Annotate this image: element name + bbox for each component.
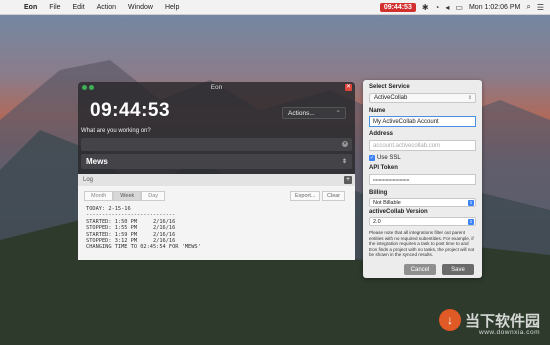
actions-dropdown[interactable]: Actions... ⌃	[282, 107, 346, 119]
api-token-input[interactable]: ••••••••••••••••••••••••••	[369, 174, 476, 185]
clear-icon[interactable]: ✕	[342, 141, 348, 147]
wifi-icon[interactable]: ◔	[435, 3, 440, 12]
integration-note: Please note that all integrations filter…	[369, 230, 475, 258]
menu-help[interactable]: Help	[159, 4, 185, 11]
eon-main-panel: Eon ✕ 09:44:53 Actions... ⌃ What are you…	[78, 82, 355, 182]
watermark-url: www.downxia.com	[479, 329, 540, 336]
menu-action[interactable]: Action	[91, 4, 122, 11]
window-dot-icon[interactable]	[82, 85, 87, 90]
chevron-updown-icon: ⇕	[468, 200, 474, 206]
actions-label: Actions...	[288, 109, 315, 117]
window-dot-icon[interactable]	[89, 85, 94, 90]
billing-value: Not Billable	[373, 199, 401, 206]
cancel-button[interactable]: Cancel	[404, 264, 436, 275]
working-on-label: What are you working on?	[81, 128, 151, 134]
log-text: TODAY: 2-15-16 --------------------------…	[86, 206, 201, 251]
menu-window[interactable]: Window	[122, 4, 159, 11]
project-selector[interactable]: Mews ⇕	[81, 154, 352, 169]
search-icon[interactable]: ⌕	[526, 2, 530, 12]
service-select[interactable]: ActiveCollab ⇕	[369, 93, 476, 103]
chevron-updown-icon: ⌃	[335, 110, 341, 117]
menu-file[interactable]: File	[43, 4, 66, 11]
volume-icon[interactable]: ◂	[445, 3, 449, 12]
name-label: Name	[369, 108, 386, 114]
eon-titlebar: Eon ✕	[78, 82, 355, 93]
close-icon[interactable]: ✕	[345, 84, 352, 91]
watermark-logo-icon: ↓	[438, 309, 461, 331]
service-value: ActiveCollab	[374, 95, 408, 101]
battery-icon[interactable]: ▭	[455, 3, 463, 12]
billing-label: Billing	[369, 190, 388, 196]
name-input[interactable]: My ActiveCollab Account	[369, 116, 476, 127]
log-area: Month Week Day Export... Clear TODAY: 2-…	[78, 186, 355, 260]
watermark: ↓ 当下软件园 www.downxia.com	[438, 309, 540, 336]
range-segmented-control: Month Week Day	[84, 191, 166, 201]
chevron-updown-icon: ⇕	[341, 159, 347, 165]
billing-popup[interactable]: Not Billable ⇕	[369, 198, 476, 207]
notification-center-icon[interactable]: ☰	[537, 3, 544, 12]
log-line: CHANGING TIME TO 02:45:54 FOR 'MEWS'	[86, 244, 201, 251]
use-ssl-label: Use SSL	[377, 155, 401, 161]
watermark-text: 当下软件园	[464, 312, 540, 330]
save-button[interactable]: Save	[442, 264, 474, 275]
version-popup[interactable]: 2.0 ⇕	[369, 217, 476, 226]
bluetooth-icon[interactable]: ✱	[422, 3, 429, 12]
clear-button[interactable]: Clear	[322, 191, 346, 201]
chevron-updown-icon: ⇕	[468, 219, 474, 225]
menu-bar: Eon File Edit Action Window Help 09:44:5…	[0, 0, 550, 15]
working-on-input[interactable]: ✕	[81, 138, 352, 151]
tab-day[interactable]: Day	[141, 191, 166, 201]
timer-display: 09:44:53	[90, 100, 171, 121]
menubar-timer-badge[interactable]: 09:44:53	[379, 2, 416, 12]
log-bar: Log +	[78, 174, 355, 186]
menu-app[interactable]: Eon	[18, 4, 43, 11]
address-label: Address	[369, 131, 394, 137]
project-name: Mews	[86, 157, 108, 166]
address-input[interactable]: account.activecollab.com	[369, 140, 476, 151]
window-title: Eon	[210, 84, 223, 91]
menubar-clock[interactable]: Mon 1:02:06 PM	[469, 4, 520, 11]
version-value: 2.0	[373, 218, 381, 225]
version-label: activeCollab Version	[369, 209, 428, 215]
eon-window: Eon ✕ 09:44:53 Actions... ⌃ What are you…	[78, 82, 355, 260]
menu-edit[interactable]: Edit	[67, 4, 91, 11]
add-icon[interactable]: +	[344, 176, 352, 184]
select-service-label: Select Service	[369, 84, 410, 90]
tab-week[interactable]: Week	[113, 191, 142, 201]
tab-month[interactable]: Month	[84, 191, 114, 201]
use-ssl-checkbox[interactable]: ✓ Use SSL	[369, 155, 401, 161]
checkmark-icon: ✓	[369, 155, 375, 161]
api-token-label: API Token	[369, 165, 398, 171]
log-label: Log	[83, 177, 94, 183]
chevron-updown-icon: ⇕	[467, 95, 472, 101]
export-button[interactable]: Export...	[290, 191, 321, 201]
